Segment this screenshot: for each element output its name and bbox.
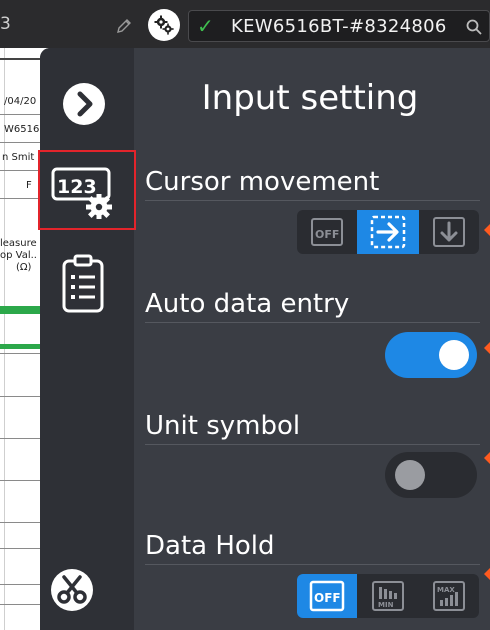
svg-text:MAX: MAX (437, 586, 455, 594)
auto-data-entry-label: Auto data entry (145, 289, 350, 319)
cursor-movement-down-button[interactable] (419, 210, 479, 254)
data-hold-off-button[interactable]: OFF (297, 574, 357, 618)
cursor-movement-off-button[interactable]: OFF (297, 210, 357, 254)
toggle-knob (439, 340, 469, 370)
svg-text:OFF: OFF (314, 591, 341, 605)
scissors-icon (51, 569, 93, 611)
selected-tab-highlight (38, 150, 136, 230)
arrow-down-icon (433, 217, 465, 247)
data-hold-max-button[interactable]: MAX (419, 574, 479, 618)
clipboard-list-icon (62, 254, 104, 313)
divider (145, 444, 480, 445)
data-hold-selector: OFF MIN MAX (297, 574, 479, 618)
callout-marker (484, 222, 490, 238)
sheet-gridline (4, 48, 5, 630)
forward-button[interactable] (60, 80, 108, 128)
page-title: Input setting (201, 78, 419, 118)
check-icon: ✓ (197, 14, 214, 38)
cursor-movement-selector: OFF (297, 210, 479, 254)
svg-text:MIN: MIN (378, 601, 394, 609)
clipboard-tab[interactable] (58, 252, 108, 314)
svg-text:OFF: OFF (315, 228, 339, 241)
toggle-knob (395, 460, 425, 490)
divider (145, 322, 480, 323)
data-hold-label: Data Hold (145, 531, 275, 561)
divider (145, 564, 480, 565)
min-hold-icon: MIN (372, 581, 404, 611)
device-selector[interactable]: ✓ KEW6516BT-#8324806 (188, 10, 490, 42)
chevron-right-icon (63, 83, 105, 125)
device-name: KEW6516BT-#8324806 (231, 16, 447, 37)
settings-gear-button[interactable] (148, 9, 180, 41)
cursor-movement-label: Cursor movement (145, 167, 380, 197)
cursor-movement-right-button[interactable] (357, 210, 419, 254)
edge-text: 3 (0, 14, 11, 34)
top-bar: 3 ✓ KEW6516BT-#8324806 (0, 0, 490, 48)
divider (145, 200, 480, 201)
off-icon: OFF (311, 218, 343, 246)
callout-marker (484, 450, 490, 466)
pencil-icon[interactable] (115, 17, 133, 35)
unit-symbol-toggle[interactable] (385, 452, 477, 498)
callout-marker (484, 566, 490, 582)
cut-button[interactable] (48, 566, 96, 614)
unit-symbol-label: Unit symbol (145, 411, 301, 441)
settings-content: Input setting Cursor movement OFF Auto d… (145, 48, 490, 630)
max-hold-icon: MAX (433, 581, 465, 611)
search-icon[interactable] (465, 18, 483, 36)
off-icon: OFF (309, 580, 345, 612)
gear-icon (154, 15, 174, 35)
side-rail (40, 48, 134, 630)
arrow-right-icon (370, 215, 406, 249)
callout-marker (484, 340, 490, 356)
data-hold-min-button[interactable]: MIN (357, 574, 419, 618)
auto-data-entry-toggle[interactable] (385, 332, 477, 378)
